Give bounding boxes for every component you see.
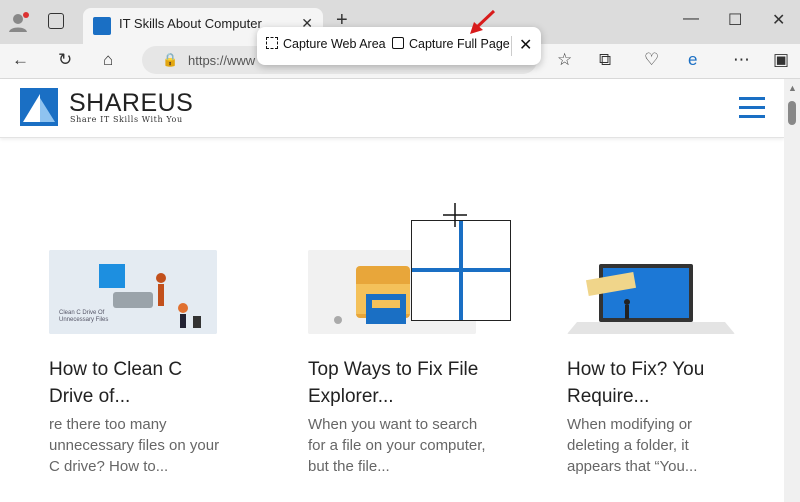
minimize-button[interactable]: —	[683, 10, 699, 28]
menu-icon[interactable]	[739, 97, 765, 119]
browser-essentials-icon[interactable]: ♡	[644, 50, 659, 70]
site-header: SHAREUS Share IT Skills With You	[0, 79, 784, 138]
site-favicon-icon	[93, 17, 111, 35]
full-page-icon	[392, 37, 404, 49]
edge-extension-icon[interactable]: e	[688, 50, 697, 70]
site-tagline: Share IT Skills With You	[70, 115, 183, 124]
site-logo-icon[interactable]	[20, 88, 58, 126]
tab-title: IT Skills About Computer	[119, 16, 262, 31]
article-title[interactable]: Top Ways to Fix File Explorer...	[308, 356, 488, 410]
article-title[interactable]: How to Fix? You Require...	[567, 356, 747, 410]
maximize-button[interactable]: ☐	[728, 10, 742, 30]
lock-icon: 🔒	[162, 52, 179, 67]
close-window-button[interactable]: ✕	[772, 10, 785, 30]
capture-close-icon[interactable]: ✕	[519, 35, 532, 55]
article-excerpt: re there too many unnecessary files on y…	[49, 416, 220, 475]
profile-icon[interactable]	[8, 11, 30, 33]
page-scrollbar[interactable]: ▲	[784, 79, 800, 502]
capture-web-area-button[interactable]: Capture Web Area	[266, 37, 386, 51]
article-title[interactable]: How to Clean C Drive of...	[49, 356, 229, 410]
capture-full-page-label: Capture Full Page	[409, 37, 510, 51]
screenshot-capture-menu: Capture Web Area Capture Full Page ✕	[257, 27, 541, 65]
favorites-icon[interactable]: ☆	[557, 50, 572, 70]
collections-icon[interactable]: ⧉	[599, 50, 611, 70]
site-name[interactable]: SHAREUS	[69, 89, 193, 118]
back-icon[interactable]: ←	[12, 50, 29, 70]
tab-actions-icon[interactable]	[48, 13, 64, 29]
refresh-icon[interactable]: ↻	[58, 50, 72, 70]
scroll-up-icon[interactable]: ▲	[788, 83, 797, 93]
crosshair-cursor-icon	[443, 203, 467, 227]
sidebar-icon[interactable]: ▣	[773, 50, 789, 70]
thumbnail-caption: Clean C Drive Of Unnecessary Files	[59, 310, 109, 323]
article-excerpt: When you want to search for a file on yo…	[308, 416, 486, 475]
windows-logo-icon	[412, 221, 510, 320]
capture-selection-box[interactable]	[411, 220, 511, 321]
red-arrow-icon	[470, 9, 496, 34]
article-thumbnail[interactable]: Clean C Drive Of Unnecessary Files	[49, 250, 217, 334]
more-options-icon[interactable]: ⋯	[733, 50, 750, 70]
capture-full-page-button[interactable]: Capture Full Page	[392, 37, 510, 51]
address-text: https://www	[188, 53, 256, 68]
article-excerpt: When modifying or deleting a folder, it …	[567, 416, 698, 475]
divider	[511, 36, 512, 56]
home-icon[interactable]: ⌂	[103, 50, 113, 70]
select-area-icon	[266, 37, 278, 49]
capture-web-area-label: Capture Web Area	[283, 37, 386, 51]
article-thumbnail[interactable]	[567, 250, 735, 334]
scroll-thumb[interactable]	[788, 101, 796, 125]
